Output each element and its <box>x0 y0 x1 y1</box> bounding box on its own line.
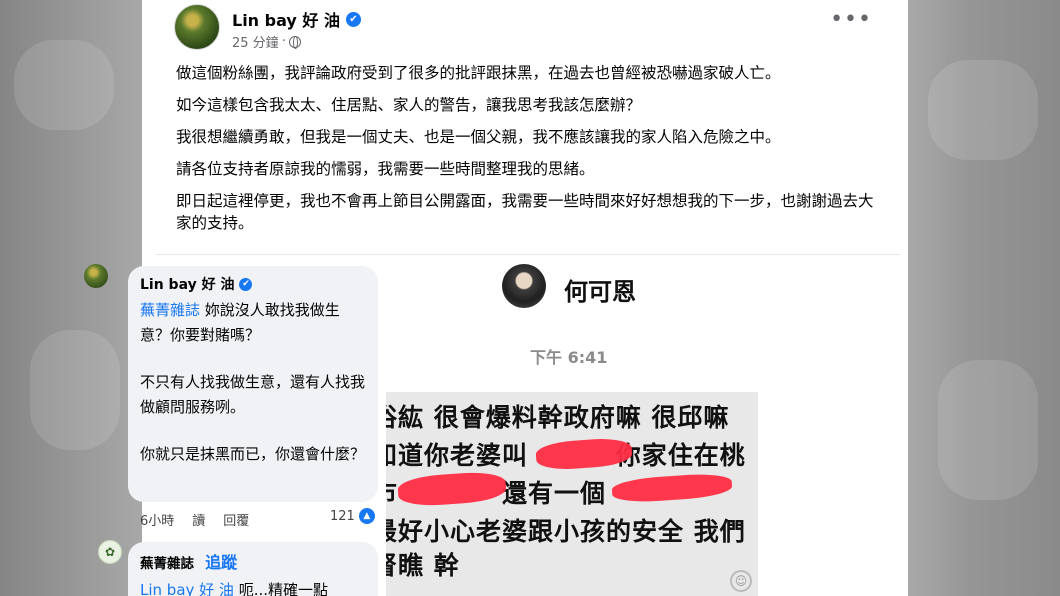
post-paragraph: 做這個粉絲團，我評論政府受到了很多的批評跟抹黑，在過去也曾經被恐嚇過家破人亡。 <box>176 64 781 82</box>
post-body: 做這個粉絲團，我評論政府受到了很多的批評跟抹黑，在過去也曾經被恐嚇過家破人亡。 … <box>176 62 886 244</box>
reply-body: Lin bay 好 油 呃...精確一點 <box>140 579 366 596</box>
comment-likes: 121 ▲ <box>330 508 375 524</box>
globe-icon[interactable] <box>288 35 301 49</box>
post-author-name[interactable]: Lin bay 好 油 <box>232 7 340 31</box>
chat-screenshot: 何可恩 下午 6:41 浴紘 很會爆料幹政府嘛 很邱嘛 知道你老婆叫 你家住在桃… <box>386 256 758 596</box>
comment-avatar <box>84 264 108 288</box>
meta-separator: · <box>281 34 286 49</box>
reply-mention: Lin bay 好 油 <box>140 581 234 596</box>
message-time: 下午 6:41 <box>530 348 608 367</box>
blurred-background-right <box>908 0 1060 596</box>
post-paragraph: 即日起這裡停更，我也不會再上節目公開露面，我需要一些時間來好好想想我的下一步，也… <box>176 192 874 232</box>
author-avatar[interactable] <box>174 4 220 50</box>
comment-author: Lin bay 好 油 ✔ <box>140 274 366 294</box>
emoji-icon: ☺ <box>730 570 752 592</box>
message-line: 督瞧 幹 <box>386 551 460 580</box>
comment-read-button: 讀 <box>192 514 206 529</box>
comment-bubble: Lin bay 好 油 ✔ 蕪菁雜誌 妳說沒人敢找我做生意？你要對賭嗎？ 不只有… <box>128 266 378 502</box>
reply-text: 呃...精確一點 <box>233 581 329 596</box>
post-author[interactable]: Lin bay 好 油 ✔ <box>232 7 361 31</box>
follow-link: 追蹤 <box>205 553 238 572</box>
comment-mention: 蕪菁雜誌 <box>140 301 201 319</box>
reply-bubble: 蕪菁雜誌 追蹤 Lin bay 好 油 呃...精確一點 <box>128 542 378 596</box>
verified-badge-icon: ✔ <box>239 277 253 291</box>
post-paragraph: 請各位支持者原諒我的懦弱，我需要一些時間整理我的思緒。 <box>176 160 595 178</box>
post-timestamp[interactable]: 25 分鐘 <box>232 32 279 51</box>
contact-avatar <box>502 264 546 308</box>
more-options-icon[interactable]: ••• <box>830 9 872 31</box>
comment-reply-button: 回覆 <box>223 514 250 529</box>
reply-author-name: 蕪菁雜誌 <box>140 556 194 572</box>
comment-body: 蕪菁雜誌 妳說沒人敢找我做生意？你要對賭嗎？ 不只有人找我做生意，還有人找我做顧… <box>140 298 366 467</box>
message-line: 浴紘 很會爆料幹政府嘛 很邱嘛 <box>386 403 730 432</box>
comment-text-3: 你就只是抹黑而已，你還會什麼？ <box>140 445 366 463</box>
verified-badge-icon: ✔ <box>345 11 361 27</box>
comment-time: 6小時 <box>140 514 175 529</box>
comment-author-name: Lin bay 好 油 <box>140 277 235 293</box>
message-bubble: 浴紘 很會爆料幹政府嘛 很邱嘛 知道你老婆叫 你家住在桃 市 還有一個 最好小心… <box>386 392 758 596</box>
post-paragraph: 我很想繼續勇敢，但我是一個丈夫、也是一個父親，我不應該讓我的家人陷入危險之中。 <box>176 128 781 146</box>
post-paragraph: 如今這樣包含我太太、住居點、家人的警告，讓我思考我該怎麼辦？ <box>176 96 642 114</box>
blurred-background-left <box>0 0 142 596</box>
message-line: 最好小心老婆跟小孩的安全 我們 <box>386 517 746 546</box>
post-meta: 25 分鐘 · <box>232 32 301 51</box>
thumbs-up-icon: ▲ <box>358 508 375 524</box>
reply-avatar: ✿ <box>98 540 122 564</box>
like-count: 121 <box>330 508 355 524</box>
comment-text-2: 不只有人找我做生意，還有人找我做顧問服務咧。 <box>140 373 366 416</box>
contact-name: 何可恩 <box>564 278 636 306</box>
redaction-mark <box>611 471 733 505</box>
comment-actions: 6小時 讀 回覆 <box>140 510 249 529</box>
